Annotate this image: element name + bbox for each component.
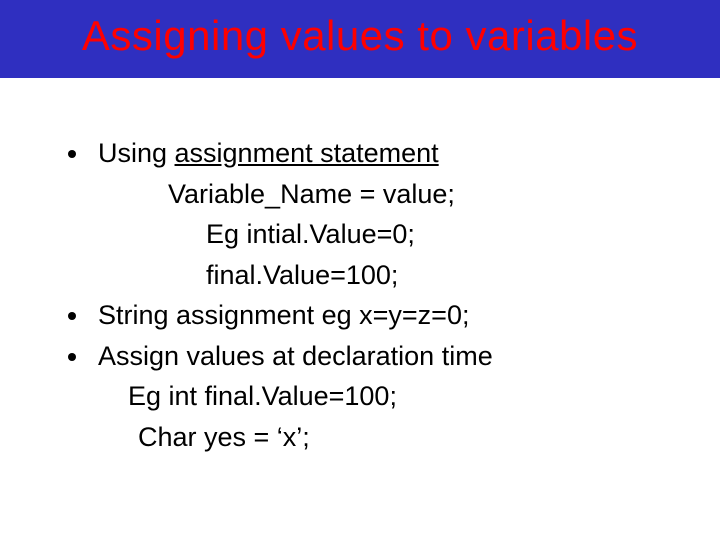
bullet-item: Assign values at declaration time Eg int… [68,336,670,458]
bullet-text: String assignment eg x=y=z=0; [98,300,469,330]
bullet-dot-icon [68,312,76,320]
sub-line: Eg intial.Value=0; [98,214,670,255]
bullet-text: Assign values at declaration time [98,341,493,371]
sub-line: Eg int final.Value=100; [98,376,670,417]
slide-body: Using assignment statement Variable_Name… [0,78,720,457]
bullet-item: String assignment eg x=y=z=0; [68,295,670,336]
slide-title: Assigning values to variables [82,12,638,59]
bullet-dot-icon [68,150,76,158]
sub-line: Char yes = ‘x’; [98,417,670,458]
bullet-text: Using [98,138,175,168]
bullet-content: Assign values at declaration time Eg int… [98,336,670,458]
bullet-content: Using assignment statement Variable_Name… [98,133,670,295]
slide: Assigning values to variables Using assi… [0,0,720,540]
bullet-item: Using assignment statement Variable_Name… [68,133,670,295]
title-band: Assigning values to variables [0,0,720,78]
sub-line: Variable_Name = value; [98,174,670,215]
bullet-text-underlined: assignment statement [175,138,439,168]
bullet-dot-icon [68,353,76,361]
sub-line: final.Value=100; [98,255,670,296]
bullet-content: String assignment eg x=y=z=0; [98,295,670,336]
